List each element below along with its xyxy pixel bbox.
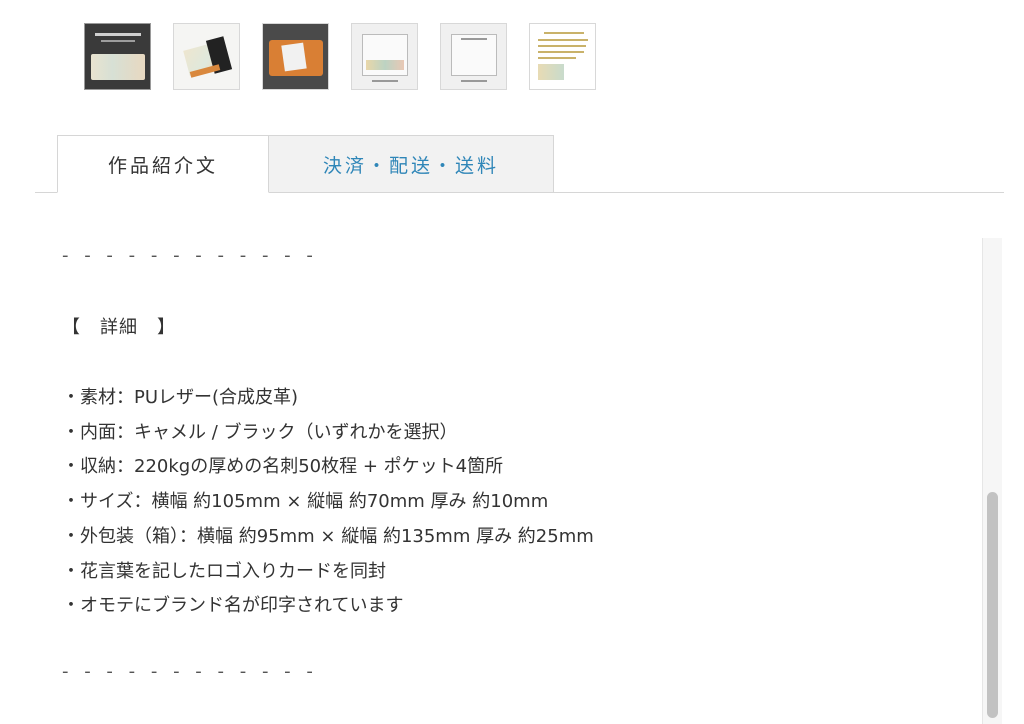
list-item: ・素材：PUレザー(合成皮革): [62, 387, 299, 408]
list-item: ・内面：キャメル / ブラック（いずれかを選択）: [62, 421, 458, 443]
thumbnail-graphic: [538, 64, 564, 80]
thumbnail-graphic: [101, 40, 135, 42]
thumbnail-graphic: [461, 80, 487, 82]
thumbnail-5[interactable]: [440, 23, 507, 90]
thumbnail-graphic: [538, 51, 584, 53]
thumbnail-6[interactable]: [529, 23, 596, 90]
list-item: ・外包装（箱）：横幅 約95mm × 縦幅 約135mm 厚み 約25mm: [62, 525, 594, 547]
tab-label: 作品紹介文: [107, 154, 218, 177]
scrollbar-thumb[interactable]: [987, 492, 998, 718]
thumbnail-graphic: [538, 45, 586, 47]
detail-list: ・素材：PUレザー(合成皮革) ・内面：キャメル / ブラック（いずれかを選択）…: [62, 381, 962, 624]
tab-payment-shipping[interactable]: 決済・配送・送料: [269, 135, 554, 193]
thumbnail-graphic: [366, 60, 404, 70]
tab-bar: 作品紹介文 決済・配送・送料: [57, 135, 554, 193]
list-item: ・サイズ：横幅 約105mm × 縦幅 約70mm 厚み 約10mm: [62, 491, 549, 513]
thumbnail-graphic: [451, 34, 497, 76]
product-page: 作品紹介文 決済・配送・送料 - - - - - - - - - - - - 【…: [0, 0, 1024, 724]
description-panel: - - - - - - - - - - - - 【 詳細 】 ・素材：PUレザー…: [62, 238, 962, 682]
thumbnail-graphic: [538, 39, 588, 41]
thumbnail-strip: [84, 23, 596, 90]
thumbnail-3[interactable]: [262, 23, 329, 90]
list-item: ・オモテにブランド名が印字されています: [62, 595, 404, 617]
separator: - - - - - - - - - - - -: [62, 245, 318, 266]
tab-description[interactable]: 作品紹介文: [57, 135, 269, 193]
list-item: ・収納：220kgの厚めの名刺50枚程 + ポケット4箇所: [62, 456, 504, 478]
thumbnail-2[interactable]: [173, 23, 240, 90]
section-heading: 【 詳細 】: [62, 317, 176, 338]
thumbnail-graphic: [372, 80, 398, 82]
list-item: ・花言葉を記したロゴ入りカードを同封: [62, 560, 386, 582]
thumbnail-graphic: [95, 33, 141, 36]
thumbnail-graphic: [91, 54, 145, 80]
thumbnail-1[interactable]: [84, 23, 151, 90]
thumbnail-graphic: [281, 42, 307, 72]
tab-label: 決済・配送・送料: [322, 154, 499, 177]
separator: - - - - - - - - - - - -: [62, 661, 318, 682]
thumbnail-4[interactable]: [351, 23, 418, 90]
thumbnail-graphic: [461, 38, 487, 40]
thumbnail-graphic: [538, 57, 576, 59]
thumbnail-graphic: [544, 32, 584, 34]
